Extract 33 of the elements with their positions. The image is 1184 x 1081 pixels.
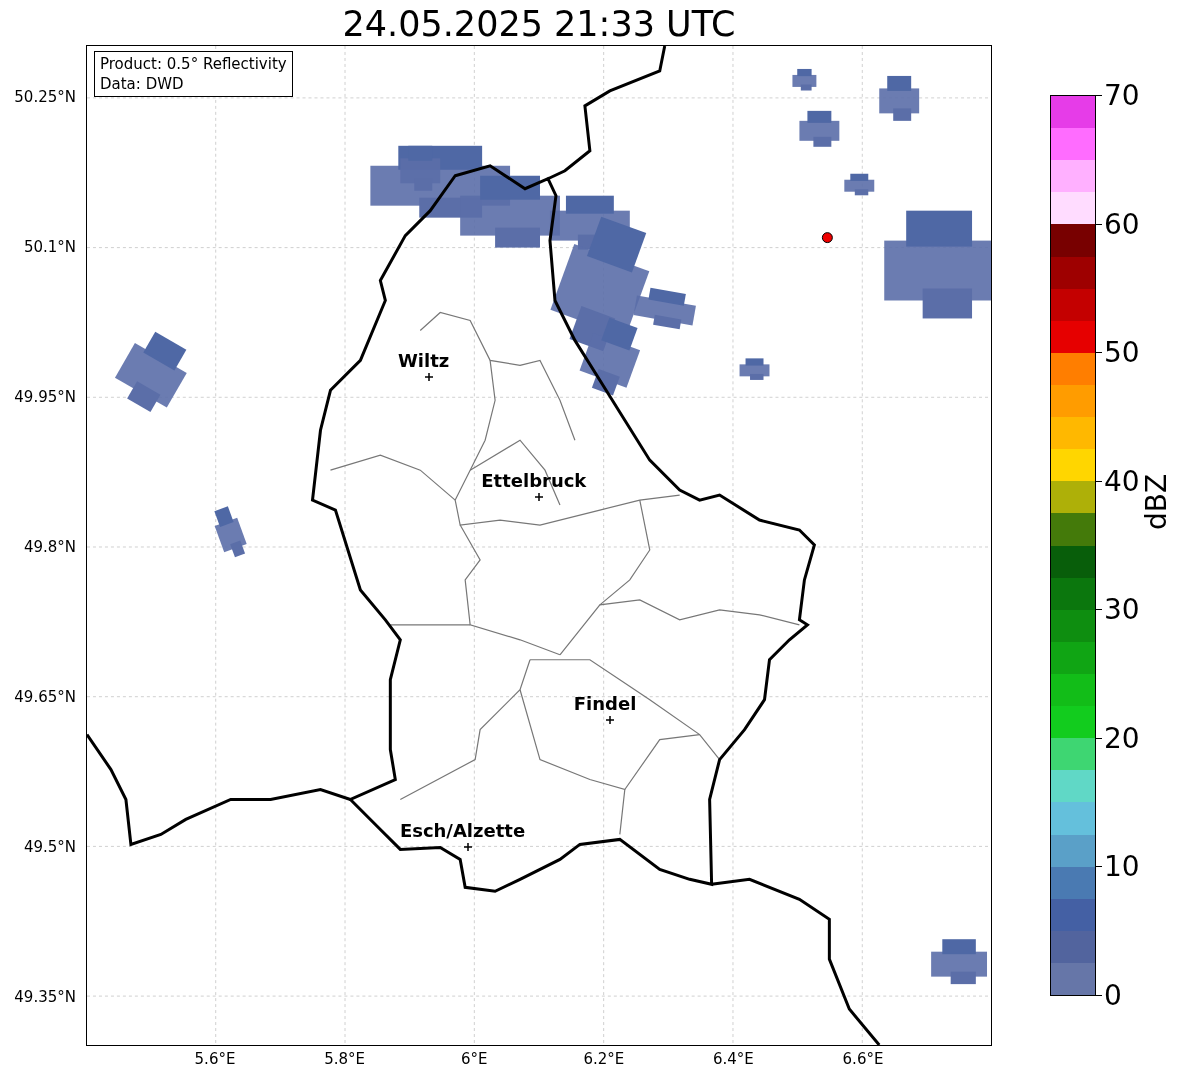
marker-icon	[424, 373, 433, 381]
latitude-label: 49.65°N	[14, 688, 76, 706]
city-label: Esch/Alzette	[399, 820, 526, 841]
colorbar-label: dBZ	[1140, 473, 1173, 530]
longitude-label: 5.6°E	[194, 1050, 236, 1068]
city-label: Wiltz	[398, 350, 450, 371]
longitude-label: 5.8°E	[324, 1050, 365, 1068]
city-label: Findel	[573, 693, 637, 714]
longitude-label: 6.4°E	[712, 1050, 754, 1068]
colorbar-tick-label: 70	[1104, 78, 1140, 112]
colorbar-tick-label: 40	[1104, 464, 1140, 498]
marker-icon	[606, 716, 615, 724]
legend-text: Data: DWD	[100, 74, 185, 94]
longitude-label: 6.6°E	[842, 1050, 884, 1068]
legend-text: Product: 0.5° Reflectivity	[100, 54, 287, 74]
marker-icon	[534, 493, 543, 501]
latitude-label: 50.1°N	[23, 238, 76, 256]
city-label: Ettelbruck	[481, 470, 587, 491]
colorbar-tick-label: 10	[1104, 849, 1140, 883]
colorbar-tick-label: 50	[1104, 335, 1140, 369]
colorbar-tick-label: 0	[1104, 978, 1122, 1012]
latitude-label: 50.25°N	[14, 88, 76, 106]
latitude-label: 49.35°N	[14, 988, 76, 1006]
latitude-label: 49.5°N	[23, 838, 76, 856]
chart-title: 24.05.2025 21:33 UTC	[341, 4, 737, 44]
latitude-label: 49.95°N	[14, 388, 76, 406]
marker-icon	[463, 843, 472, 851]
longitude-label: 6.2°E	[583, 1050, 625, 1068]
colorbar-tick-label: 20	[1104, 721, 1140, 755]
colorbar-tick-label: 60	[1104, 207, 1140, 241]
latitude-label: 49.8°N	[23, 538, 76, 556]
colorbar-tick-label: 30	[1104, 592, 1140, 626]
longitude-label: 6°E	[460, 1050, 488, 1068]
